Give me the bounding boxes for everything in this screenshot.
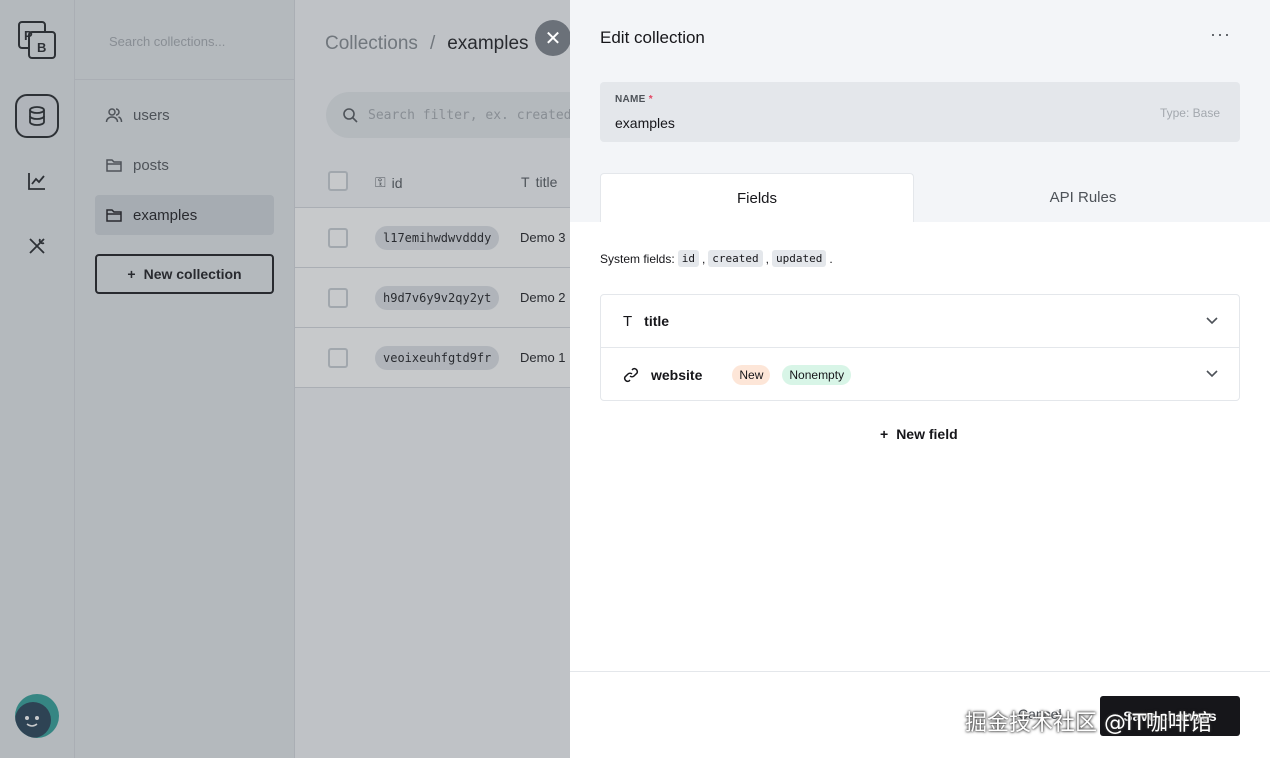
chevron-down-icon[interactable] bbox=[1205, 366, 1219, 380]
system-field-code: id bbox=[677, 250, 699, 267]
field-name: title bbox=[644, 313, 670, 329]
panel-header: Edit collection ··· NAME * examples Type… bbox=[570, 0, 1270, 222]
new-badge: New bbox=[732, 364, 771, 385]
system-fields-prefix: System fields: bbox=[600, 251, 675, 266]
system-field-code: created bbox=[708, 250, 763, 267]
tab-api-rules[interactable]: API Rules bbox=[926, 173, 1240, 222]
close-panel-button[interactable]: ✕ bbox=[535, 20, 571, 56]
watermark: 掘金技术社区 @IT咖啡馆 bbox=[965, 711, 1212, 736]
collection-name-value[interactable]: examples bbox=[615, 115, 675, 131]
field-row-title[interactable]: T title bbox=[601, 295, 1239, 348]
close-icon: ✕ bbox=[544, 27, 562, 50]
new-field-button[interactable]: + New field bbox=[880, 426, 958, 442]
link-icon bbox=[623, 367, 639, 382]
name-label: NAME * bbox=[615, 94, 653, 105]
chevron-down-icon[interactable] bbox=[1205, 313, 1219, 327]
nonempty-badge: Nonempty bbox=[782, 364, 852, 385]
tab-fields[interactable]: Fields bbox=[600, 173, 914, 222]
modal-backdrop[interactable] bbox=[0, 0, 570, 758]
panel-title: Edit collection bbox=[600, 28, 705, 47]
collection-name-field[interactable]: NAME * examples Type: Base bbox=[600, 82, 1240, 142]
system-field-code: updated bbox=[772, 250, 827, 267]
edit-collection-panel: Edit collection ··· NAME * examples Type… bbox=[570, 0, 1270, 758]
new-field-label: New field bbox=[896, 426, 958, 442]
plus-icon: + bbox=[880, 426, 889, 442]
field-row-website[interactable]: website New Nonempty bbox=[601, 348, 1239, 401]
required-marker: * bbox=[648, 94, 653, 105]
text-icon: T bbox=[623, 312, 633, 330]
more-options-button[interactable]: ··· bbox=[1210, 24, 1231, 45]
collection-type-label: Type: Base bbox=[1159, 106, 1220, 120]
name-label-text: NAME bbox=[615, 94, 646, 105]
field-name: website bbox=[651, 366, 703, 383]
fields-list: T title website New Nonempty bbox=[600, 294, 1240, 401]
system-fields-note: System fields: id, created, updated. bbox=[600, 250, 833, 267]
